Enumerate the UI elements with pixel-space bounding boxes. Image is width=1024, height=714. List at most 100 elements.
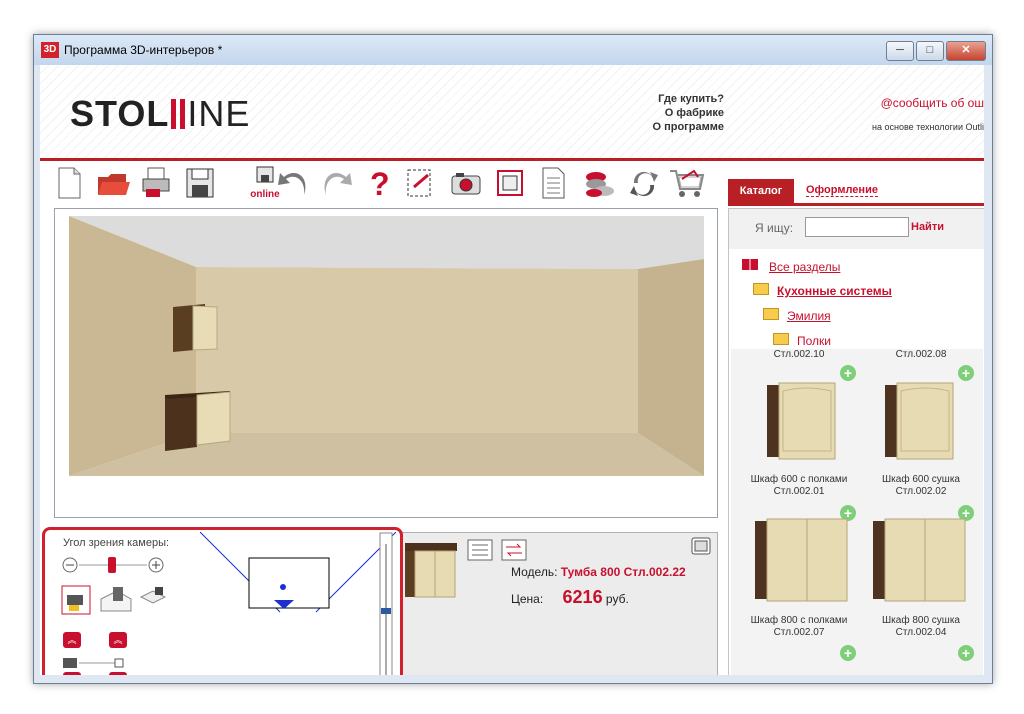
search-input[interactable] (805, 217, 909, 237)
tree-item-shelves[interactable]: Полки (797, 334, 831, 348)
coins-icon[interactable] (582, 165, 618, 201)
item-name: Шкаф 800 сушка (882, 615, 960, 626)
header-divider (40, 158, 984, 161)
item-top-code: Стл.002.10 (773, 349, 825, 360)
item-details-panel: Модель: Тумба 800 Стл.002.22 Цена: 6216 … (396, 532, 718, 675)
tree-item-all[interactable]: Все разделы (769, 260, 840, 274)
camera-map[interactable] (200, 532, 396, 675)
tab-underline (728, 203, 984, 206)
document-icon[interactable] (538, 165, 568, 201)
maximize-panel-icon[interactable] (691, 537, 711, 555)
height-scrollbar[interactable] (379, 532, 393, 675)
item-code: Стл.002.07 (773, 627, 825, 638)
room-scene (55, 209, 717, 517)
list-view-icon[interactable] (467, 539, 493, 561)
camera-tilt-up-button[interactable]: ︽ (109, 632, 127, 648)
camera-angle-label: Угол зрения камеры: (63, 537, 170, 549)
camera-angle-slider[interactable] (61, 555, 165, 575)
link-about-program[interactable]: О программе (652, 120, 724, 134)
logo-bar (171, 99, 177, 129)
model-line: Модель: Тумба 800 Стл.002.22 (511, 565, 686, 579)
book-icon (742, 259, 758, 270)
item-top-code: Стл.002.08 (895, 349, 947, 360)
refresh-icon[interactable] (628, 165, 660, 201)
svg-text:?: ? (370, 166, 390, 201)
item-code: Стл.002.01 (773, 486, 825, 497)
item-code: Стл.002.02 (895, 486, 947, 497)
frame-icon[interactable] (494, 165, 526, 201)
camera-up-button[interactable]: ︽ (63, 632, 81, 648)
select-area-icon[interactable] (404, 165, 436, 201)
print-icon[interactable] (140, 165, 172, 201)
add-item-icon[interactable]: + (840, 365, 856, 381)
close-button[interactable]: ✕ (946, 41, 986, 61)
selected-item-thumbnail (405, 543, 457, 598)
report-error-link[interactable]: @сообщить об ош (881, 96, 984, 110)
window-title: Программа 3D-интерьеров * (64, 43, 223, 57)
logo-right: INE (187, 93, 251, 134)
new-file-icon[interactable] (54, 165, 84, 201)
perspective-view-icon[interactable] (99, 585, 133, 615)
camera-view-icon[interactable] (61, 585, 91, 615)
model-label: Модель: (511, 565, 558, 579)
camera-zoom-slider[interactable] (61, 655, 125, 671)
save-icon[interactable] (184, 165, 216, 201)
header: STOL INE Где купить? О фабрике О программ… (40, 65, 984, 158)
tab-catalog[interactable]: Каталог (728, 179, 794, 203)
camera-tilt-down-button[interactable]: ︾ (109, 672, 127, 675)
catalog-tabs: Каталог Оформление (728, 179, 984, 206)
item-name: Шкаф 800 с полками (750, 615, 848, 626)
tree-item-emilia[interactable]: Эмилия (787, 309, 831, 323)
tree-item-kitchen[interactable]: Кухонные системы (777, 284, 892, 298)
model-value: Тумба 800 Стл.002.22 (560, 565, 686, 579)
search-button[interactable]: Найти (911, 221, 944, 233)
camera-down-button[interactable]: ︾ (63, 672, 81, 675)
logo-left: STOL (70, 93, 170, 134)
link-where-to-buy[interactable]: Где купить? (652, 92, 724, 106)
catalog-grid: Стл.002.10 Стл.002.08 + + Шкаф 600 с пол… (731, 349, 983, 675)
price-value: 6216 (562, 587, 603, 607)
cart-icon[interactable] (668, 165, 706, 201)
search-row: Я ищу: Найти (729, 209, 984, 249)
price-unit: руб. (605, 592, 629, 606)
price-line: Цена: 6216 руб. (511, 587, 629, 608)
undo-icon[interactable] (276, 165, 310, 201)
item-name: Шкаф 600 с полками (750, 474, 848, 485)
camera-panel: Угол зрения камеры: ︽ ︽ (42, 527, 403, 675)
add-item-icon[interactable]: + (958, 365, 974, 381)
add-item-icon[interactable]: + (958, 645, 974, 661)
open-folder-icon[interactable] (96, 165, 132, 201)
header-links: Где купить? О фабрике О программе (652, 92, 724, 134)
catalog-panel: Я ищу: Найти Все разделы Кухонные систем… (728, 208, 984, 675)
catalog-item-thumbnail[interactable] (765, 381, 837, 461)
folder-icon (773, 333, 789, 345)
replace-item-icon[interactable] (501, 539, 527, 561)
title-bar[interactable]: 3D Программа 3D-интерьеров * ─ □ ✕ (34, 35, 992, 65)
app-icon: 3D (41, 42, 59, 58)
client-area: STOL INE Где купить? О фабрике О программ… (40, 65, 984, 675)
camera-icon[interactable] (450, 165, 482, 201)
catalog-item-thumbnail[interactable] (871, 517, 967, 603)
toolbar: online ? (54, 165, 734, 203)
3d-viewport[interactable] (54, 208, 718, 518)
stolline-logo: STOL INE (70, 93, 250, 135)
item-name: Шкаф 600 сушка (882, 474, 960, 485)
catalog-item-thumbnail[interactable] (753, 517, 849, 603)
help-icon[interactable]: ? (364, 165, 394, 201)
top-view-icon[interactable] (137, 585, 167, 613)
catalog-item-thumbnail[interactable] (883, 381, 955, 461)
add-item-icon[interactable]: + (840, 645, 856, 661)
tab-design[interactable]: Оформление (806, 184, 878, 197)
base-cabinet (165, 395, 197, 451)
item-code: Стл.002.04 (895, 627, 947, 638)
minimize-button[interactable]: ─ (886, 41, 914, 61)
app-window: 3D Программа 3D-интерьеров * ─ □ ✕ STOL I… (33, 34, 993, 684)
desktop: 3D Программа 3D-интерьеров * ─ □ ✕ STOL I… (0, 0, 1024, 714)
redo-icon[interactable] (320, 165, 354, 201)
logo-bar-2 (180, 99, 186, 129)
folder-icon (753, 283, 769, 295)
maximize-button[interactable]: □ (916, 41, 944, 61)
link-about-factory[interactable]: О фабрике (652, 106, 724, 120)
search-label: Я ищу: (755, 221, 794, 235)
online-save-icon (256, 166, 274, 183)
